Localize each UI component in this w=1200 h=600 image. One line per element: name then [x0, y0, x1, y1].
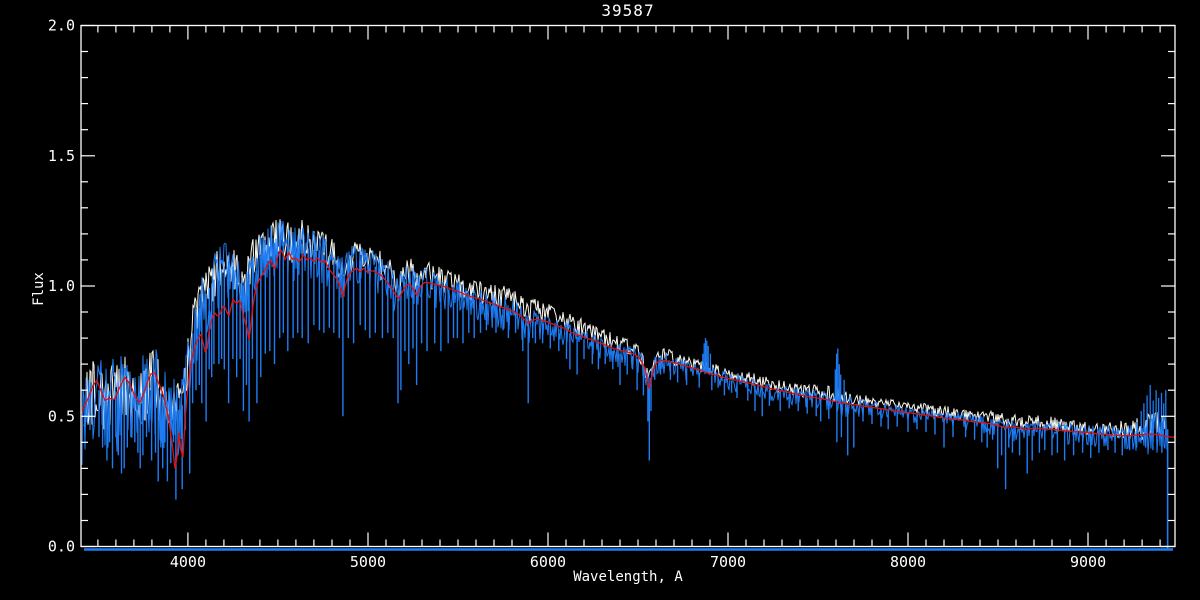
x-axis-title: Wavelength, A [573, 569, 683, 585]
y-tick-label: 0.0 [48, 538, 75, 556]
spectrum-figure: 4000 5000 6000 7000 8000 9000 0.0 0.5 1.0 1.5 2.0 … [0, 0, 1200, 600]
observed-spectrum-series [81, 220, 1173, 551]
spectrum-plot: 4000 5000 6000 7000 8000 90000.00.51.01.52.0 [48, 17, 1176, 571]
y-tick-label: 1.5 [48, 147, 75, 165]
y-tick-label: 0.5 [48, 407, 75, 425]
y-tick-label: 2.0 [48, 17, 75, 35]
plot-title: 39587 [601, 1, 655, 20]
y-tick-label: 1.0 [48, 277, 75, 295]
y-axis-title: Flux [31, 272, 47, 306]
